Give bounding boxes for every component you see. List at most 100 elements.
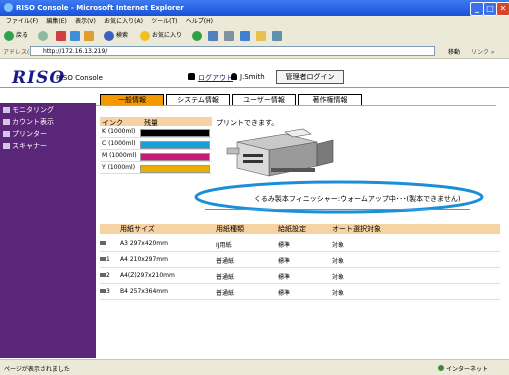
paper-row: A3 297x420mm IJ用紙 標準 対象 (100, 235, 500, 252)
menu-help[interactable]: ヘルプ(H) (186, 16, 213, 27)
sidebar-label: カウント表示 (12, 118, 54, 126)
search-label: 検索 (116, 32, 129, 39)
browser-statusbar: ページが表示されました インターネット (0, 359, 509, 375)
paper-size: A4 210x297mm (120, 256, 168, 263)
sidebar-item-printer[interactable]: プリンター (3, 129, 47, 139)
search-button[interactable]: 検索 (104, 30, 128, 42)
paper-tray-number: 3 (106, 288, 110, 295)
paper-size: A3 297x420mm (120, 240, 168, 247)
printer-icon (3, 131, 10, 137)
home-button[interactable] (84, 30, 96, 42)
stop-button[interactable] (56, 30, 68, 42)
paper-feed: 標準 (278, 242, 291, 249)
favorites-label: お気に入り (152, 32, 183, 39)
search-icon (104, 30, 114, 41)
paper-col-feed-label: 給紙設定 (278, 225, 306, 233)
logout-link[interactable]: ログアウト (198, 73, 233, 83)
history-button[interactable] (192, 30, 204, 42)
address-input[interactable]: http://172.16.13.219/ (30, 46, 435, 56)
sidebar-item-count[interactable]: カウント表示 (3, 117, 54, 127)
menu-file[interactable]: ファイル(F) (6, 16, 38, 27)
user-icon (231, 73, 237, 80)
lock-icon (188, 73, 195, 80)
print-icon (224, 30, 234, 41)
go-button[interactable]: 移動 (448, 47, 460, 56)
ink-header: インク 残量 (100, 117, 212, 127)
statusbar-zone: インターネット (446, 366, 489, 373)
menu-tools[interactable]: ツール(T) (151, 16, 177, 27)
paper-col-size: 用紙サイズ (100, 224, 212, 234)
minimize-button[interactable]: _ (470, 2, 484, 16)
admin-login-button[interactable]: 管理者ログイン (276, 70, 344, 84)
tray-icon (100, 241, 106, 245)
scanner-icon (3, 143, 10, 149)
count-icon (3, 119, 10, 125)
tab-divider (96, 105, 496, 106)
paper-size: B4 257x364mm (120, 288, 168, 295)
mail-icon (208, 30, 218, 41)
paper-col-feed: 給紙設定 (274, 224, 328, 234)
paper-feed: 標準 (278, 290, 291, 297)
sidebar-label: プリンター (12, 130, 47, 138)
paper-tray-number: 1 (106, 256, 110, 263)
finisher-status: くるみ製本フィニッシャー:ウォームアップ中･･･(製本できません) (254, 195, 461, 203)
sidebar: モニタリング カウント表示 プリンター スキャナー (0, 103, 96, 358)
sidebar-label: モニタリング (12, 106, 54, 114)
ink-label: M (1000ml) (102, 152, 137, 159)
user-name: J.Smith (240, 73, 265, 81)
forward-button[interactable] (38, 30, 50, 42)
print-button[interactable] (224, 30, 236, 42)
home-icon (84, 30, 94, 41)
paper-type: IJ用紙 (216, 242, 232, 249)
back-label: 戻る (16, 32, 29, 39)
forward-arrow-icon (38, 30, 48, 41)
ink-row: K (1000ml) (100, 127, 212, 138)
paper-row: 1 A4 210x297mm 普通紙 標準 対象 (100, 251, 500, 268)
messenger-button[interactable] (272, 30, 284, 42)
favorites-button[interactable]: お気に入り (140, 30, 182, 42)
ink-level-bar (140, 141, 210, 149)
ink-label: K (1000ml) (102, 128, 136, 135)
menu-favorites[interactable]: お気に入り(A) (104, 16, 143, 27)
browser-toolbar: 戻る 検索 お気に入り (0, 27, 509, 46)
paper-size: A4(Z)297x210mm (120, 272, 175, 279)
edit-icon (240, 30, 250, 41)
sidebar-item-scanner[interactable]: スキャナー (3, 141, 47, 151)
monitor-icon (3, 107, 10, 113)
window-titlebar: RISO Console - Microsoft Internet Explor… (0, 0, 509, 16)
ink-row: C (1000ml) (100, 139, 212, 150)
paper-feed: 標準 (278, 258, 291, 265)
links-button[interactable]: リンク » (471, 47, 495, 56)
back-button[interactable]: 戻る (4, 30, 28, 42)
back-arrow-icon (4, 30, 14, 41)
ink-label: Y (1000ml) (102, 164, 136, 171)
ink-row: Y (1000ml) (100, 163, 212, 174)
edit-button[interactable] (240, 30, 252, 42)
printer-status: プリントできます。 (216, 119, 279, 127)
paper-auto-select: 対象 (332, 290, 345, 297)
history-icon (192, 30, 202, 41)
paper-col-auto: オート選択対象 (328, 224, 500, 234)
menu-view[interactable]: 表示(V) (75, 16, 96, 27)
status-divider (205, 209, 470, 210)
paper-feed: 標準 (278, 274, 291, 281)
paper-row: 2 A4(Z)297x210mm 普通紙 標準 対象 (100, 267, 500, 284)
folder-button[interactable] (256, 30, 268, 42)
window-title: RISO Console - Microsoft Internet Explor… (16, 4, 184, 12)
menu-edit[interactable]: 編集(E) (46, 16, 66, 27)
sidebar-label: スキャナー (12, 142, 47, 150)
mail-button[interactable] (208, 30, 220, 42)
paper-auto-select: 対象 (332, 258, 345, 265)
refresh-button[interactable] (70, 30, 82, 42)
close-button[interactable]: ✕ (496, 2, 509, 16)
header-divider (0, 87, 509, 88)
product-name: RISO Console (56, 74, 103, 82)
paper-col-auto-label: オート選択対象 (332, 225, 381, 233)
ink-level-bar (140, 153, 210, 161)
ie-icon (4, 3, 13, 12)
paper-type: 普通紙 (216, 258, 235, 265)
paper-auto-select: 対象 (332, 274, 345, 281)
maximize-button[interactable]: □ (483, 2, 497, 16)
paper-col-type-label: 用紙種類 (216, 225, 244, 233)
sidebar-item-monitoring[interactable]: モニタリング (3, 105, 54, 115)
